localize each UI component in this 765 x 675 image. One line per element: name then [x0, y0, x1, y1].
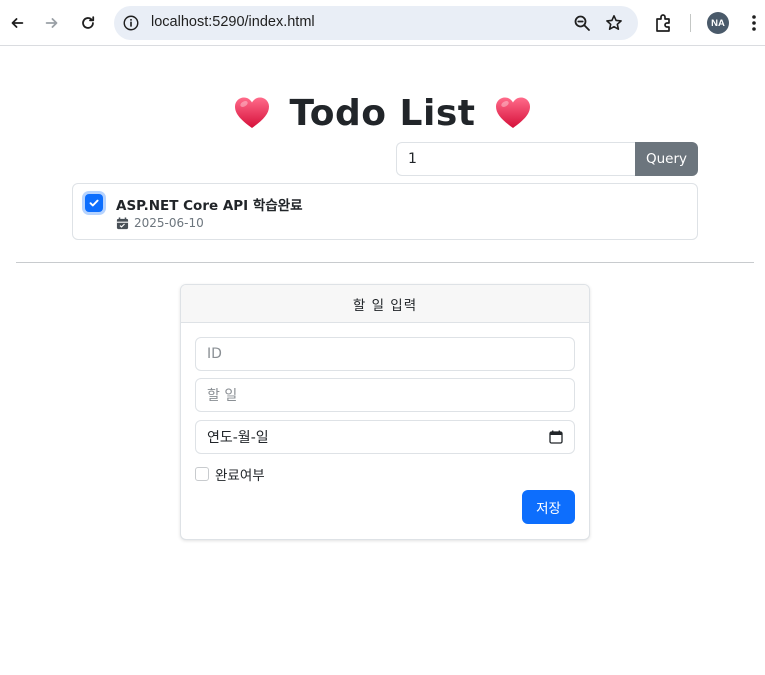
heart-icon-left: [234, 97, 269, 128]
kebab-menu-icon[interactable]: [744, 13, 764, 33]
toolbar-divider: [690, 14, 691, 32]
profile-avatar[interactable]: NA: [707, 12, 729, 34]
done-checkbox-row[interactable]: 완료여부: [195, 464, 265, 484]
todo-date: 2025-06-10: [134, 216, 204, 230]
page-header: Todo List: [0, 88, 765, 138]
done-checkbox[interactable]: [195, 467, 209, 481]
task-field[interactable]: 할 일: [195, 378, 575, 412]
form-header: 할 일 입력: [181, 285, 589, 323]
date-field-text: 연도-월-일: [207, 430, 269, 446]
heart-icon-right: [496, 97, 531, 128]
query-button[interactable]: Query: [635, 142, 698, 176]
id-field[interactable]: ID: [195, 337, 575, 371]
done-label: 완료여부: [215, 468, 265, 484]
back-arrow-icon[interactable]: [4, 10, 30, 36]
site-info-icon[interactable]: [122, 14, 140, 32]
date-field[interactable]: 연도-월-일: [195, 420, 575, 454]
todo-list-item: ASP.NET Core API 학습완료 2025-06-10: [72, 183, 698, 240]
check-icon: [89, 199, 99, 207]
reload-icon[interactable]: [75, 10, 101, 36]
page-title: Todo List: [289, 92, 476, 134]
todo-form-card: 할 일 입력 ID 할 일 연도-월-일 완료여부 저장: [180, 284, 590, 540]
bookmark-star-icon[interactable]: [604, 13, 624, 33]
query-group: Query: [396, 142, 698, 176]
calendar-icon: [116, 216, 129, 229]
extensions-puzzle-icon[interactable]: [653, 12, 675, 34]
query-input[interactable]: [396, 142, 635, 176]
calendar-picker-icon[interactable]: [549, 430, 563, 444]
todo-title: ASP.NET Core API 학습완료: [116, 198, 303, 214]
browser-toolbar: localhost:5290/index.html NA: [0, 0, 765, 46]
zoom-icon[interactable]: [572, 13, 592, 33]
todo-done-checkbox[interactable]: [85, 194, 103, 212]
address-bar[interactable]: localhost:5290/index.html: [114, 6, 638, 40]
todo-date-row: 2025-06-10: [116, 216, 204, 230]
forward-arrow-icon[interactable]: [39, 10, 65, 36]
divider: [16, 262, 754, 263]
save-button[interactable]: 저장: [522, 490, 575, 524]
url-text[interactable]: localhost:5290/index.html: [151, 14, 315, 30]
